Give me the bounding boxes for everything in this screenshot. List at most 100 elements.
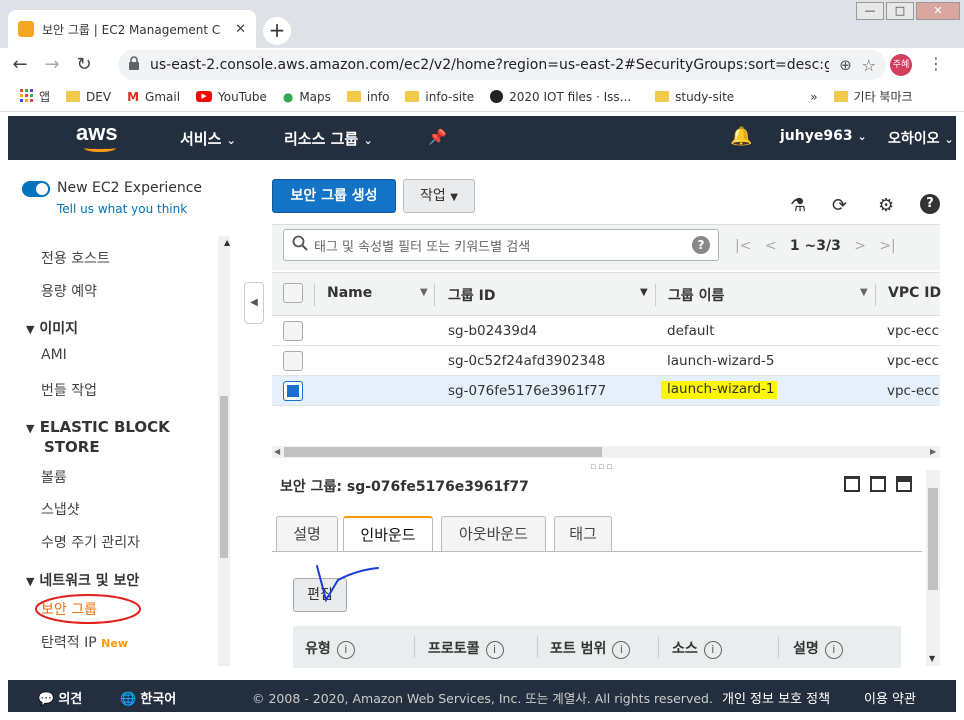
bookmark-dev[interactable]: DEV bbox=[66, 90, 111, 104]
layout-split-icon[interactable] bbox=[870, 476, 886, 492]
flask-icon[interactable]: ⚗ bbox=[790, 195, 806, 216]
sidebar-item-snapshots[interactable]: 스냅샷 bbox=[41, 499, 80, 519]
bookmark-iot-files[interactable]: 2020 IOT files · Iss... bbox=[490, 90, 631, 104]
next-page-icon[interactable]: > bbox=[854, 238, 866, 254]
prev-page-icon[interactable]: < bbox=[765, 238, 777, 254]
bookmark-maps[interactable]: ● Maps bbox=[283, 90, 331, 104]
scroll-left-icon[interactable]: ◀ bbox=[274, 447, 280, 456]
row-checkbox[interactable] bbox=[283, 321, 303, 341]
sidebar-item-volumes[interactable]: 볼륨 bbox=[41, 467, 67, 487]
new-tab-icon[interactable]: + bbox=[263, 17, 291, 45]
profile-avatar[interactable]: 주혜 bbox=[890, 54, 912, 76]
aws-logo[interactable]: aws bbox=[76, 120, 118, 146]
bookmark-apps[interactable]: 앱 bbox=[20, 88, 50, 105]
resize-handle[interactable]: ▫▫▫ bbox=[590, 462, 614, 472]
bookmarks-overflow[interactable]: » bbox=[810, 90, 817, 104]
close-window-icon[interactable]: ✕ bbox=[916, 2, 960, 20]
search-input[interactable]: 태그 및 속성별 필터 또는 키워드별 검색 ? bbox=[283, 229, 719, 261]
collapse-sidebar-icon[interactable]: ◀ bbox=[244, 282, 264, 324]
sidebar-item-ami[interactable]: AMI bbox=[41, 347, 67, 363]
terms-link[interactable]: 이용 약관 bbox=[864, 688, 916, 707]
feedback-link[interactable]: 💬 의견 bbox=[38, 688, 82, 707]
privacy-link[interactable]: 개인 정보 보호 정책 bbox=[722, 688, 830, 707]
refresh-icon[interactable]: ⟳ bbox=[832, 195, 847, 216]
sidebar-item-elastic-ip[interactable]: 탄력적 IP New bbox=[41, 632, 128, 652]
help-icon[interactable]: ? bbox=[692, 236, 710, 254]
tab-description[interactable]: 설명 bbox=[276, 516, 338, 552]
help-icon[interactable]: ? bbox=[920, 194, 940, 214]
back-icon[interactable]: ← bbox=[8, 53, 32, 77]
sort-icon[interactable]: ▼ bbox=[860, 287, 868, 298]
sidebar-section-network-security[interactable]: ▼ 네트워크 및 보안 bbox=[26, 570, 139, 590]
scroll-right-icon[interactable]: ▶ bbox=[930, 447, 936, 456]
select-all-checkbox[interactable] bbox=[283, 283, 303, 303]
address-bar[interactable]: us-east-2.console.aws.amazon.com/ec2/v2/… bbox=[118, 50, 886, 80]
tab-inbound[interactable]: 인바운드 bbox=[343, 516, 433, 552]
scroll-down-icon[interactable]: ▼ bbox=[929, 654, 935, 663]
bookmark-star-icon[interactable]: ☆ bbox=[862, 56, 876, 75]
bookmark-study-site[interactable]: study-site bbox=[655, 90, 734, 104]
scroll-up-icon[interactable]: ▲ bbox=[224, 238, 230, 247]
table-row[interactable] bbox=[272, 316, 940, 346]
bookmark-info[interactable]: info bbox=[346, 90, 389, 104]
sidebar-item-capacity-reservations[interactable]: 용량 예약 bbox=[41, 281, 97, 301]
browser-tab[interactable]: 보안 그룹 | EC2 Management C ✕ bbox=[8, 10, 256, 48]
row-checkbox-checked[interactable] bbox=[283, 381, 303, 401]
column-header-group-id[interactable]: 그룹 ID bbox=[448, 285, 495, 305]
info-icon[interactable]: i bbox=[336, 641, 355, 659]
column-header-vpc-id[interactable]: VPC ID bbox=[888, 285, 941, 301]
folder-icon bbox=[66, 91, 81, 102]
pin-icon[interactable]: 📌 bbox=[428, 128, 447, 146]
sidebar-item-bundle-tasks[interactable]: 번들 작업 bbox=[41, 380, 97, 400]
column-divider bbox=[414, 636, 415, 658]
cell-group-id: sg-b02439d4 bbox=[448, 323, 538, 339]
sort-icon[interactable]: ▼ bbox=[420, 287, 428, 298]
info-icon[interactable]: i bbox=[824, 641, 843, 659]
bookmark-info-site[interactable]: info-site bbox=[405, 90, 474, 104]
actions-button[interactable]: 작업 ▼ bbox=[403, 179, 475, 213]
language-selector[interactable]: 🌐 한국어 bbox=[120, 688, 176, 707]
row-checkbox[interactable] bbox=[283, 351, 303, 371]
bookmark-youtube[interactable]: ▶ YouTube bbox=[196, 90, 267, 104]
tab-outbound[interactable]: 아웃바운드 bbox=[441, 516, 546, 552]
new-experience-toggle[interactable] bbox=[22, 181, 50, 197]
sidebar-section-images[interactable]: ▼ 이미지 bbox=[26, 318, 78, 338]
resource-groups-menu[interactable]: 리소스 그룹 ⌄ bbox=[284, 128, 373, 149]
bell-icon[interactable]: 🔔 bbox=[730, 126, 752, 147]
user-menu[interactable]: juhye963 ⌄ bbox=[780, 128, 867, 144]
sidebar-section-ebs[interactable]: ▼ ELASTIC BLOCK bbox=[26, 418, 170, 436]
youtube-icon: ▶ bbox=[196, 91, 213, 102]
zoom-icon[interactable]: ⊕ bbox=[839, 56, 852, 74]
sidebar-item-dedicated-hosts[interactable]: 전용 호스트 bbox=[41, 248, 110, 268]
create-security-group-button[interactable]: 보안 그룹 생성 bbox=[272, 179, 396, 213]
services-menu[interactable]: 서비스 ⌄ bbox=[180, 128, 236, 149]
gear-icon[interactable]: ⚙ bbox=[878, 195, 894, 216]
column-header-name[interactable]: Name bbox=[327, 285, 372, 301]
info-icon[interactable]: i bbox=[703, 641, 722, 659]
close-tab-icon[interactable]: ✕ bbox=[235, 22, 246, 37]
search-placeholder: 태그 및 속성별 필터 또는 키워드별 검색 bbox=[314, 239, 531, 255]
layout-bottom-icon[interactable] bbox=[844, 476, 860, 492]
sidebar-scroll-thumb[interactable] bbox=[220, 396, 228, 558]
info-icon[interactable]: i bbox=[485, 641, 504, 659]
minimize-icon[interactable]: — bbox=[856, 2, 884, 20]
bookmark-other[interactable]: 기타 북마크 bbox=[833, 88, 913, 105]
column-header-group-name[interactable]: 그룹 이름 bbox=[668, 285, 724, 305]
browser-menu-icon[interactable]: ⋮ bbox=[928, 54, 944, 73]
last-page-icon[interactable]: >| bbox=[879, 238, 895, 254]
first-page-icon[interactable]: |< bbox=[735, 238, 751, 254]
maximize-icon[interactable]: □ bbox=[886, 2, 914, 20]
feedback-link[interactable]: Tell us what you think bbox=[57, 202, 187, 216]
table-scroll-thumb[interactable] bbox=[284, 447, 602, 457]
details-scroll-thumb[interactable] bbox=[928, 488, 938, 590]
sort-icon[interactable]: ▼ bbox=[640, 287, 648, 298]
layout-top-icon[interactable] bbox=[896, 476, 912, 492]
forward-icon[interactable]: → bbox=[40, 53, 64, 77]
sidebar-item-lifecycle-manager[interactable]: 수명 주기 관리자 bbox=[41, 532, 140, 552]
reload-icon[interactable]: ↻ bbox=[72, 53, 96, 77]
bookmark-gmail[interactable]: M Gmail bbox=[127, 90, 180, 104]
info-icon[interactable]: i bbox=[612, 641, 631, 659]
tab-tags[interactable]: 태그 bbox=[554, 516, 612, 552]
region-menu[interactable]: 오하이오 ⌄ bbox=[888, 128, 954, 148]
table-row[interactable] bbox=[272, 346, 940, 376]
